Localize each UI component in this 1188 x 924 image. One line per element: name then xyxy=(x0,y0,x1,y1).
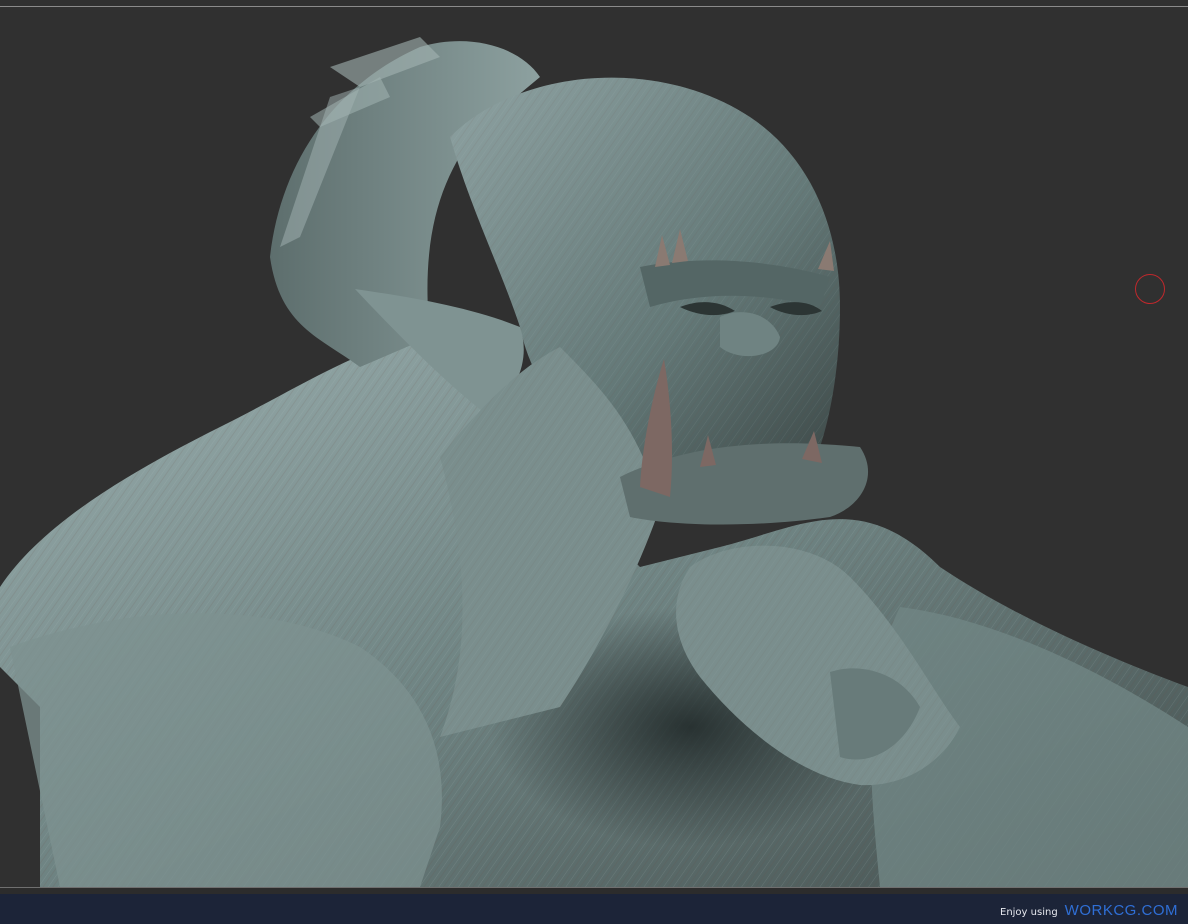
sculpt-app: Enjoy using WORKCG.COM xyxy=(0,0,1188,924)
orc-sculpt-model xyxy=(0,37,1188,887)
sculpt-viewport[interactable] xyxy=(0,7,1188,887)
footer-brand-link[interactable]: WORKCG.COM xyxy=(1065,902,1178,919)
footer-bar: Enjoy using WORKCG.COM xyxy=(0,894,1188,924)
footer-credit: Enjoy using WORKCG.COM xyxy=(1000,902,1178,919)
brush-cursor-icon xyxy=(1135,274,1165,304)
footer-prefix-text: Enjoy using xyxy=(1000,907,1058,918)
